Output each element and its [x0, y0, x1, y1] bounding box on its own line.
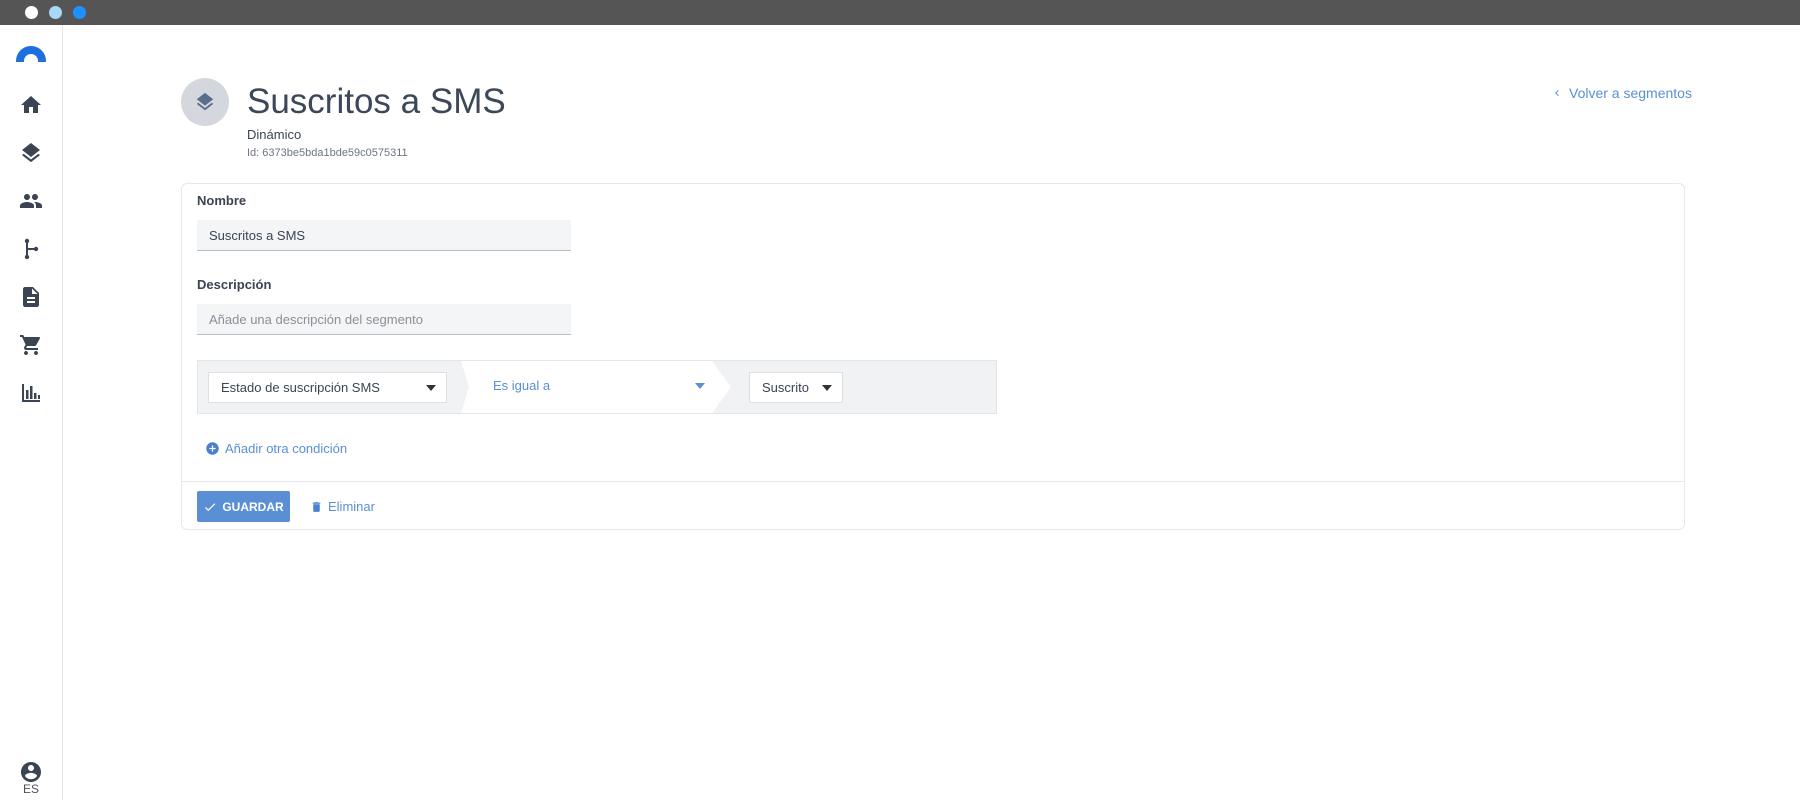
chevron-left-icon: [1555, 90, 1559, 96]
save-button-label: GUARDAR: [222, 499, 284, 514]
app-logo-icon[interactable]: [16, 46, 46, 62]
description-input[interactable]: [197, 304, 571, 335]
cart-icon: [20, 335, 41, 355]
window-close-dot[interactable]: [25, 6, 38, 19]
check-icon: [205, 502, 216, 511]
back-to-segments-link[interactable]: Volver a segmentos: [1551, 85, 1692, 101]
sidebar-item-templates[interactable]: [17, 283, 45, 311]
divider: [182, 481, 1684, 482]
description-label: Descripción: [197, 277, 272, 292]
layers-icon: [22, 143, 40, 163]
segment-id: Id: 6373be5bda1bde59c0575311: [247, 147, 408, 159]
account-icon: [21, 762, 41, 782]
window-minimize-dot[interactable]: [49, 6, 62, 19]
name-input[interactable]: [197, 220, 571, 251]
condition-field-value: Estado de suscripción SMS: [221, 380, 380, 395]
document-icon: [23, 287, 39, 307]
segment-type: Dinámico: [247, 127, 302, 142]
layers-icon: [196, 92, 214, 111]
segment-avatar: [181, 78, 229, 126]
add-condition-label: Añadir otra condición: [225, 441, 348, 456]
sidebar-item-reports[interactable]: [17, 379, 45, 407]
save-button[interactable]: GUARDAR: [197, 491, 290, 522]
caret-down-icon: [822, 385, 832, 391]
sidebar-item-automations[interactable]: [17, 235, 45, 263]
window-titlebar: [0, 0, 1800, 25]
back-link-label: Volver a segmentos: [1569, 85, 1692, 101]
condition-value-select[interactable]: Suscrito: [749, 372, 843, 403]
condition-operator-value: Es igual a: [493, 378, 551, 393]
sidebar-item-segments[interactable]: [17, 139, 45, 167]
sidebar-item-ecommerce[interactable]: [17, 331, 45, 359]
sidebar-item-contacts[interactable]: [17, 187, 45, 215]
caret-down-icon: [695, 383, 705, 389]
delete-button-label: Eliminar: [328, 499, 375, 514]
condition-row: Estado de suscripción SMS Es igual a Sus…: [197, 360, 997, 414]
condition-value-value: Suscrito: [762, 380, 809, 395]
page-title: Suscritos a SMS: [247, 82, 506, 121]
sidebar-item-home[interactable]: [17, 91, 45, 119]
home-icon: [21, 96, 41, 113]
trash-icon: [312, 501, 321, 512]
segment-form-card: Nombre Descripción Estado de suscripción…: [181, 183, 1685, 530]
bar-chart-icon: [22, 384, 40, 402]
caret-down-icon: [426, 385, 436, 391]
add-condition-button[interactable]: Añadir otra condición: [205, 441, 347, 456]
language-label[interactable]: ES: [0, 782, 62, 796]
add-circle-icon: [206, 442, 219, 455]
condition-operator-select[interactable]: Es igual a: [461, 361, 731, 413]
condition-field-select[interactable]: Estado de suscripción SMS: [208, 372, 447, 403]
name-label: Nombre: [197, 193, 247, 208]
window-maximize-dot[interactable]: [73, 6, 86, 19]
flow-icon: [24, 238, 39, 260]
sidebar: ES: [0, 25, 63, 800]
delete-button[interactable]: Eliminar: [310, 499, 375, 514]
people-icon: [20, 194, 42, 208]
